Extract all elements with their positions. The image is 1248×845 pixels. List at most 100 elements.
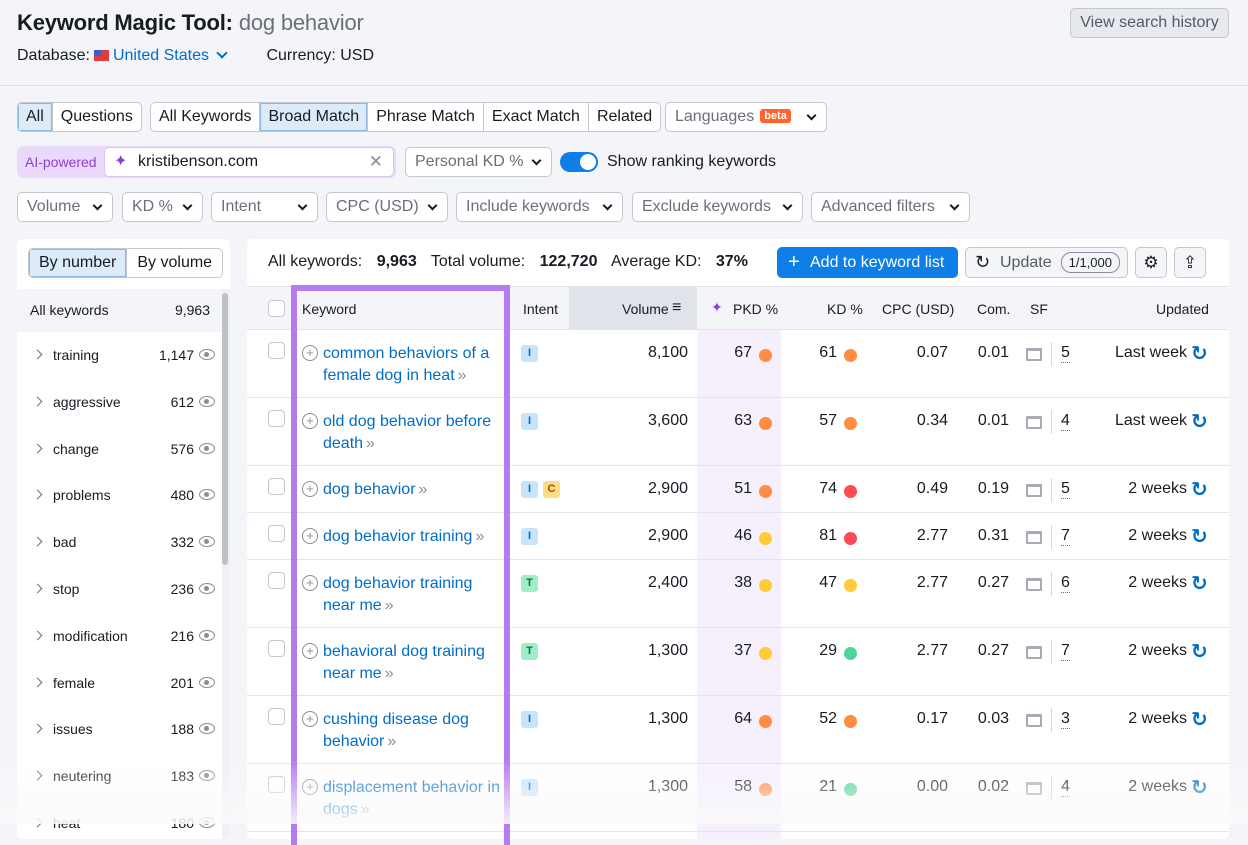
eye-icon[interactable]	[199, 629, 215, 641]
tab-phrase-match[interactable]: Phrase Match	[368, 103, 484, 131]
group-item[interactable]: bad 332	[17, 519, 222, 566]
serp-feature-count[interactable]: 7	[1061, 527, 1070, 546]
tab-exact-match[interactable]: Exact Match	[484, 103, 589, 131]
refresh-icon[interactable]: ↻	[1191, 524, 1208, 549]
serp-feature-count[interactable]: 7	[1061, 642, 1070, 661]
sort-icon[interactable]: ≡	[672, 299, 681, 317]
database-selector[interactable]: United States	[113, 47, 209, 64]
chevron-right-icon[interactable]	[32, 489, 43, 500]
serp-features-icon[interactable]	[1026, 484, 1042, 497]
languages-dropdown[interactable]: Languages beta	[665, 102, 827, 132]
chevron-right-icon[interactable]	[32, 443, 43, 454]
tab-broad-match[interactable]: Broad Match	[260, 103, 369, 131]
row-checkbox[interactable]	[268, 410, 285, 427]
chevron-down-icon[interactable]	[216, 47, 228, 59]
intent-filter[interactable]: Intent	[211, 192, 318, 222]
personal-kd-dropdown[interactable]: Personal KD %	[405, 147, 552, 177]
chevron-down-icon	[602, 200, 613, 211]
chevron-down-icon	[182, 200, 193, 211]
row-checkbox[interactable]	[268, 478, 285, 495]
updated-value: Last week	[1114, 412, 1187, 429]
refresh-icon[interactable]: ↻	[1191, 707, 1208, 732]
view-search-history-button[interactable]: View search history	[1070, 8, 1229, 38]
col-sf[interactable]: SF	[1030, 301, 1048, 317]
advanced-filters[interactable]: Advanced filters	[811, 192, 970, 222]
include-keywords-filter[interactable]: Include keywords	[456, 192, 623, 222]
group-item[interactable]: change 576	[17, 426, 222, 473]
row-checkbox[interactable]	[268, 708, 285, 725]
group-item[interactable]: training 1,147	[17, 332, 222, 379]
row-checkbox[interactable]	[268, 342, 285, 359]
tab-all[interactable]: All	[18, 103, 53, 131]
chevron-right-icon[interactable]	[32, 677, 43, 688]
serp-features-icon[interactable]	[1026, 348, 1042, 361]
tab-related[interactable]: Related	[589, 103, 660, 131]
tab-questions[interactable]: Questions	[53, 103, 141, 131]
eye-icon[interactable]	[199, 676, 215, 688]
serp-features-icon[interactable]	[1026, 714, 1042, 727]
chevron-right-icon[interactable]	[32, 630, 43, 641]
serp-features-icon[interactable]	[1026, 531, 1042, 544]
tab-by-number[interactable]: By number	[29, 249, 128, 277]
chevron-right-icon[interactable]	[32, 396, 43, 407]
serp-feature-count[interactable]: 4	[1061, 412, 1070, 431]
serp-feature-count[interactable]: 6	[1061, 574, 1070, 593]
refresh-icon[interactable]: ↻	[1191, 341, 1208, 366]
group-item[interactable]: issues 188	[17, 706, 222, 753]
exclude-keywords-filter[interactable]: Exclude keywords	[632, 192, 803, 222]
group-item[interactable]: aggressive 612	[17, 379, 222, 426]
serp-features-icon[interactable]	[1026, 646, 1042, 659]
eye-icon[interactable]	[199, 582, 215, 594]
row-checkbox[interactable]	[268, 572, 285, 589]
eye-icon[interactable]	[199, 489, 215, 501]
col-pkd[interactable]: PKD %	[733, 301, 778, 317]
pkd-value: 38	[734, 574, 752, 591]
col-cpc[interactable]: CPC (USD)	[882, 301, 954, 317]
domain-input[interactable]: ✦ kristibenson.com ✕	[104, 147, 394, 177]
group-item[interactable]: modification 216	[17, 613, 222, 660]
export-button[interactable]: ⇪	[1174, 247, 1206, 278]
kd-filter[interactable]: KD %	[122, 192, 203, 222]
col-com[interactable]: Com.	[977, 301, 1010, 317]
eye-icon[interactable]	[199, 395, 215, 407]
refresh-icon[interactable]: ↻	[1191, 639, 1208, 664]
tab-all-keywords[interactable]: All Keywords	[151, 103, 261, 131]
sidebar-scrollbar-thumb[interactable]	[222, 293, 228, 565]
chevron-right-icon[interactable]	[32, 583, 43, 594]
settings-button[interactable]: ⚙	[1135, 247, 1167, 278]
refresh-icon[interactable]: ↻	[1191, 571, 1208, 596]
row-checkbox[interactable]	[268, 525, 285, 542]
serp-feature-count[interactable]: 3	[1061, 710, 1070, 729]
group-item[interactable]: stop 236	[17, 566, 222, 613]
refresh-icon[interactable]: ↻	[1191, 409, 1208, 434]
row-checkbox[interactable]	[268, 640, 285, 657]
eye-icon[interactable]	[199, 723, 215, 735]
col-kd[interactable]: KD %	[827, 301, 863, 317]
chevron-right-icon[interactable]	[32, 723, 43, 734]
col-updated[interactable]: Updated	[1156, 301, 1209, 317]
eye-icon[interactable]	[199, 349, 215, 360]
clear-icon[interactable]: ✕	[369, 148, 383, 176]
cpc-filter[interactable]: CPC (USD)	[326, 192, 448, 222]
serp-features-icon[interactable]	[1026, 416, 1042, 429]
col-volume[interactable]: Volume	[622, 301, 669, 317]
group-all-keywords[interactable]: All keywords 9,963	[17, 289, 222, 332]
add-to-keyword-list-button[interactable]: + Add to keyword list	[777, 247, 958, 278]
chevron-right-icon[interactable]	[32, 349, 43, 360]
serp-feature-count[interactable]: 5	[1061, 344, 1070, 363]
update-button[interactable]: ↻ Update 1/1,000	[965, 247, 1128, 278]
refresh-icon[interactable]: ↻	[1191, 477, 1208, 502]
chevron-right-icon[interactable]	[32, 536, 43, 547]
eye-icon[interactable]	[199, 442, 215, 454]
serp-features-icon[interactable]	[1026, 578, 1042, 591]
col-intent[interactable]: Intent	[523, 301, 558, 317]
select-all-checkbox[interactable]	[268, 300, 285, 317]
serp-feature-count[interactable]: 5	[1061, 480, 1070, 499]
updated-value: 2 weeks	[1128, 480, 1187, 497]
show-ranking-toggle[interactable]	[560, 152, 598, 172]
group-item[interactable]: problems 480	[17, 472, 222, 519]
tab-by-volume[interactable]: By volume	[127, 249, 222, 277]
eye-icon[interactable]	[199, 536, 215, 548]
group-item[interactable]: female 201	[17, 660, 222, 707]
volume-filter[interactable]: Volume	[17, 192, 113, 222]
